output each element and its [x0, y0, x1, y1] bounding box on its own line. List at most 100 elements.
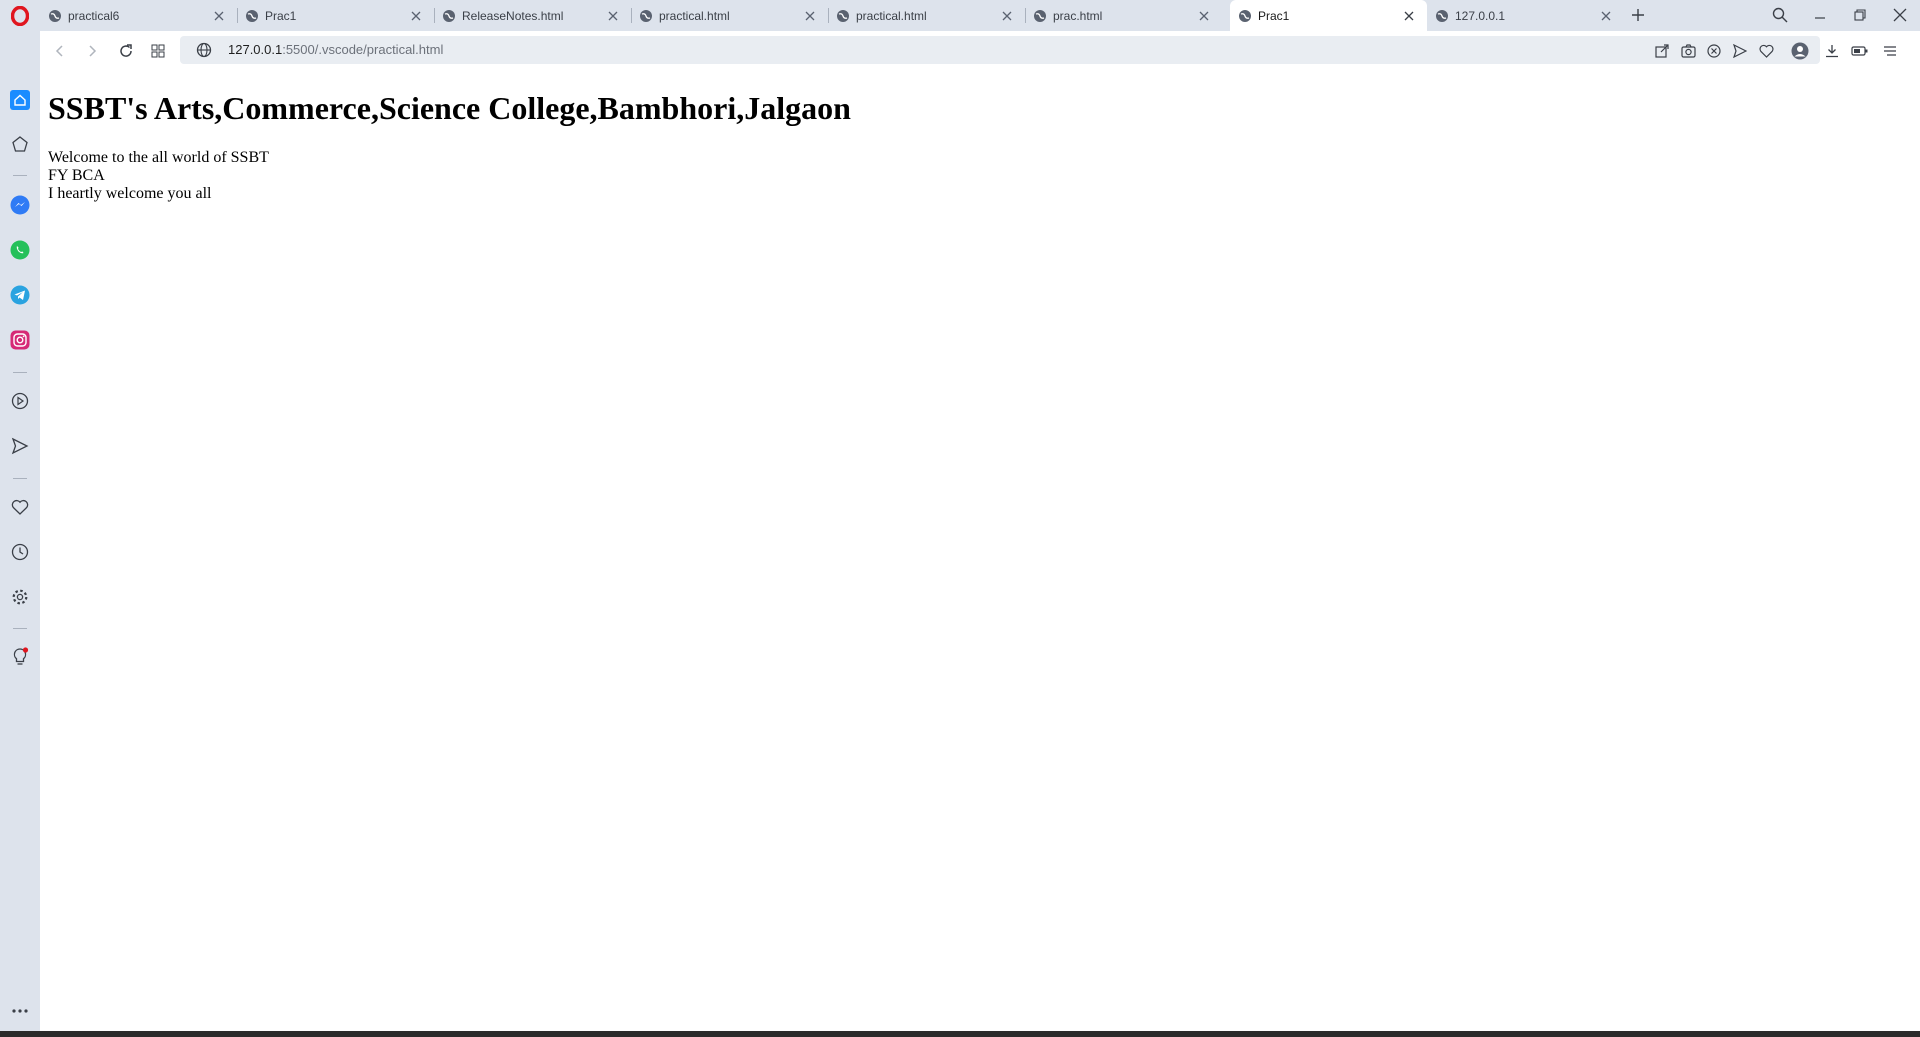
page-line: Welcome to the all world of SSBT [48, 149, 269, 166]
forward-button[interactable] [80, 39, 104, 63]
globe-icon [640, 9, 652, 22]
tab-practical-html-1[interactable]: practical.html [631, 0, 829, 31]
opera-logo-icon[interactable] [0, 0, 40, 31]
tab-label: prac.html [1053, 8, 1103, 23]
sidebar-item-pinboard[interactable] [6, 130, 34, 158]
globe-icon [1034, 9, 1046, 22]
send-button[interactable] [1728, 39, 1752, 63]
site-info-icon[interactable] [196, 42, 212, 63]
tab-strip: practical6 Prac1 ReleaseNotes.html pract… [0, 0, 1920, 31]
player-icon [11, 392, 29, 410]
close-icon[interactable] [997, 6, 1017, 26]
close-icon[interactable] [800, 6, 820, 26]
history-icon [11, 543, 29, 561]
globe-icon [837, 9, 849, 22]
globe-icon [49, 9, 61, 22]
menu-lines-icon [1884, 46, 1896, 56]
minimize-icon [1815, 17, 1825, 19]
close-icon[interactable] [209, 6, 229, 26]
flow-icon [11, 437, 29, 455]
close-icon[interactable] [1194, 6, 1214, 26]
browser-toolbar: 127.0.0.1:5500/.vscode/practical.html [40, 31, 1920, 71]
sidebar-item-player[interactable] [6, 387, 34, 415]
page-viewport: SSBT's Arts,Commerce,Science College,Bam… [40, 70, 1920, 1031]
search-icon [1772, 7, 1788, 23]
url-host: 127.0.0.1 [228, 42, 283, 57]
home-icon [10, 90, 30, 110]
battery-icon [1851, 46, 1868, 56]
camera-icon [1680, 44, 1696, 58]
tab-grid-button[interactable] [146, 39, 170, 63]
globe-icon [1436, 9, 1448, 22]
tab-practical6[interactable]: practical6 [40, 0, 238, 31]
tab-prac1[interactable]: Prac1 [237, 0, 435, 31]
close-icon[interactable] [1596, 6, 1616, 26]
tab-prac1-active[interactable]: Prac1 [1230, 0, 1427, 31]
tab-release-notes[interactable]: ReleaseNotes.html [434, 0, 632, 31]
tab-label: practical.html [856, 8, 927, 23]
page-line: I heartly welcome you all [48, 185, 212, 202]
messenger-icon [10, 195, 30, 215]
sidebar-item-instagram[interactable] [6, 326, 34, 354]
restore-icon [1854, 9, 1866, 21]
telegram-icon [10, 285, 30, 305]
sidebar-item-tips[interactable] [6, 643, 34, 671]
grid-icon [151, 44, 165, 58]
url-text[interactable]: 127.0.0.1:5500/.vscode/practical.html [228, 42, 443, 57]
download-icon [1826, 45, 1838, 58]
arrow-right-icon [89, 45, 97, 57]
share-icon [1655, 44, 1669, 58]
reload-button[interactable] [114, 39, 138, 63]
sidebar-item-settings[interactable] [6, 583, 34, 611]
sidebar-item-telegram[interactable] [6, 281, 34, 309]
heart-icon [1758, 44, 1774, 58]
tab-label: practical6 [68, 8, 120, 23]
url-path: :5500/.vscode/practical.html [282, 42, 444, 57]
globe-icon [443, 9, 455, 22]
send-icon [1733, 44, 1747, 58]
tab-label: ReleaseNotes.html [462, 8, 564, 23]
page-body: Welcome to the all world of SSBT FY BCA … [48, 149, 269, 203]
arrow-left-icon [55, 45, 63, 57]
close-icon[interactable] [406, 6, 426, 26]
instagram-icon [10, 330, 30, 350]
back-button[interactable] [48, 39, 72, 63]
sidebar-item-history[interactable] [6, 538, 34, 566]
tips-icon [13, 647, 29, 665]
snapshot-button[interactable] [1676, 39, 1700, 63]
bookmark-button[interactable] [1754, 39, 1778, 63]
sidebar-separator [13, 175, 27, 176]
downloads-button[interactable] [1820, 39, 1844, 63]
sidebar-separator [13, 628, 27, 629]
sidebar-separator [13, 478, 27, 479]
battery-saver-button[interactable] [1848, 39, 1872, 63]
address-bar[interactable]: 127.0.0.1:5500/.vscode/practical.html [180, 36, 1820, 64]
minimize-button[interactable] [1806, 2, 1834, 28]
close-icon[interactable] [1399, 6, 1419, 26]
sidebar-item-home[interactable] [6, 86, 34, 114]
tab-label: Prac1 [1258, 8, 1290, 23]
sidebar-item-whatsapp[interactable] [6, 236, 34, 264]
tab-localhost[interactable]: 127.0.0.1 [1427, 0, 1624, 31]
sidebar-separator [13, 372, 27, 373]
share-button[interactable] [1650, 39, 1674, 63]
window-close-button[interactable] [1886, 2, 1914, 28]
search-tabs-button[interactable] [1766, 2, 1794, 28]
easy-setup-button[interactable] [1878, 39, 1902, 63]
sidebar-more-button[interactable] [6, 997, 34, 1025]
sidebar-item-messenger[interactable] [6, 191, 34, 219]
new-tab-button[interactable] [1628, 5, 1648, 25]
block-icon [1707, 44, 1721, 58]
tab-label: Prac1 [265, 8, 297, 23]
adblock-button[interactable] [1702, 39, 1726, 63]
page-heading: SSBT's Arts,Commerce,Science College,Bam… [48, 90, 851, 126]
globe-icon [246, 9, 258, 22]
tab-prac-html[interactable]: prac.html [1025, 0, 1222, 31]
restore-button[interactable] [1846, 2, 1874, 28]
tab-practical-html-2[interactable]: practical.html [828, 0, 1026, 31]
close-icon[interactable] [603, 6, 623, 26]
sidebar-item-flow[interactable] [6, 432, 34, 460]
profile-button[interactable] [1788, 39, 1812, 63]
sidebar-item-bookmarks[interactable] [6, 493, 34, 521]
page-line: FY BCA [48, 167, 105, 184]
